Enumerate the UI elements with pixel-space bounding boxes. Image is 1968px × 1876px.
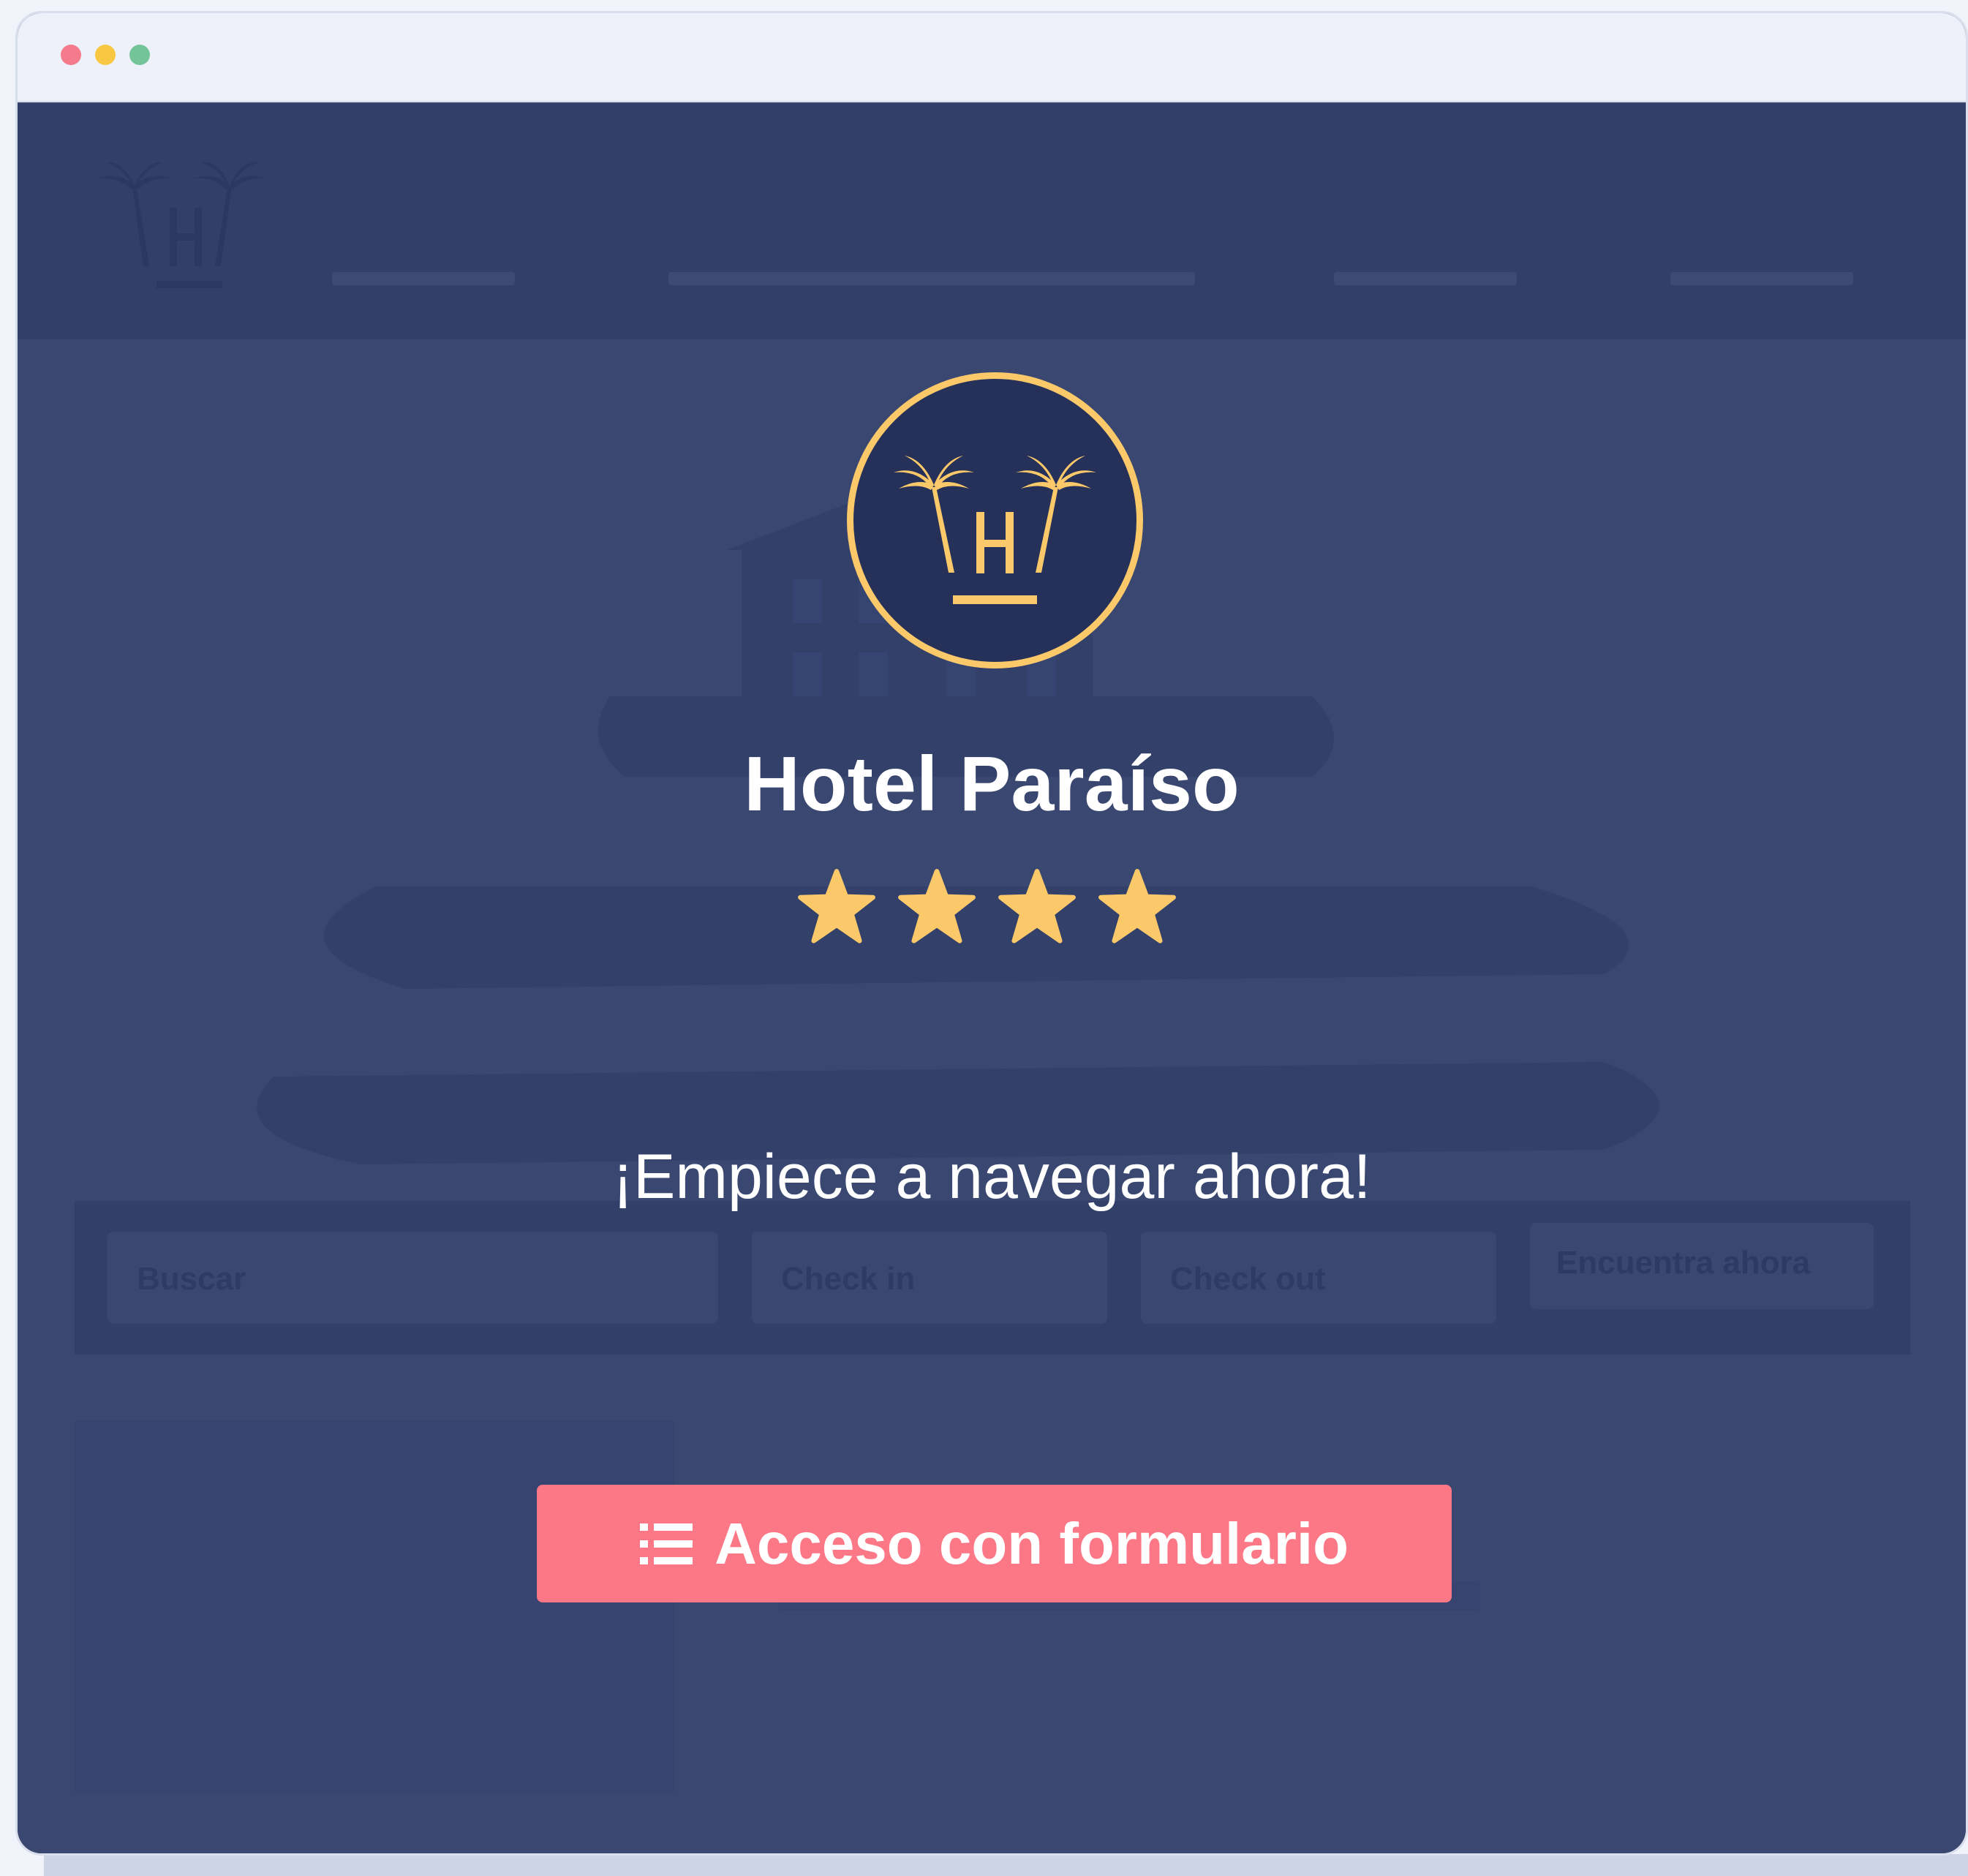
minimize-window-button[interactable] (95, 45, 116, 65)
hotel-name-heading: Hotel Paraíso (744, 741, 1240, 827)
star-icon (1098, 869, 1176, 943)
background-checkout-placeholder: Check out (1170, 1261, 1326, 1297)
background-nav-item (1670, 272, 1853, 285)
page-viewport: Buscar Check in Check out Encuentra ahor… (18, 104, 1966, 1853)
title-bar (18, 13, 1966, 102)
background-search-field: Buscar (108, 1232, 718, 1324)
window-shadow (44, 1854, 1968, 1876)
browser-window: Buscar Check in Check out Encuentra ahor… (15, 11, 1968, 1856)
background-header (18, 104, 1966, 339)
list-icon (640, 1523, 693, 1564)
background-checkout-field: Check out (1141, 1232, 1496, 1324)
background-nav-item (668, 272, 1195, 285)
close-window-button[interactable] (61, 45, 81, 65)
background-checkin-field: Check in (752, 1232, 1107, 1324)
tagline: ¡Empiece a navegar ahora! (612, 1142, 1371, 1212)
background-nav-item (1334, 272, 1517, 285)
form-access-button-label: Acceso con formulario (715, 1510, 1349, 1576)
background-search-placeholder: Buscar (137, 1261, 246, 1297)
palm-hotel-logo-icon (894, 456, 1096, 604)
background-logo-icon (98, 162, 266, 288)
background-checkin-placeholder: Check in (781, 1261, 916, 1297)
background-search-bar: Buscar Check in Check out Encuentra ahor… (75, 1201, 1910, 1355)
maximize-window-button[interactable] (129, 45, 150, 65)
form-access-button[interactable]: Acceso con formulario (537, 1485, 1452, 1602)
hotel-logo (847, 372, 1143, 668)
background-nav-item (332, 272, 515, 285)
star-icon (998, 869, 1076, 943)
background-search-button: Encuentra ahora (1530, 1223, 1874, 1309)
star-icon (798, 869, 875, 943)
star-icon (898, 869, 976, 943)
background-search-button-label: Encuentra ahora (1556, 1245, 1811, 1281)
background-room-card (75, 1420, 674, 1793)
star-rating (797, 868, 1192, 949)
